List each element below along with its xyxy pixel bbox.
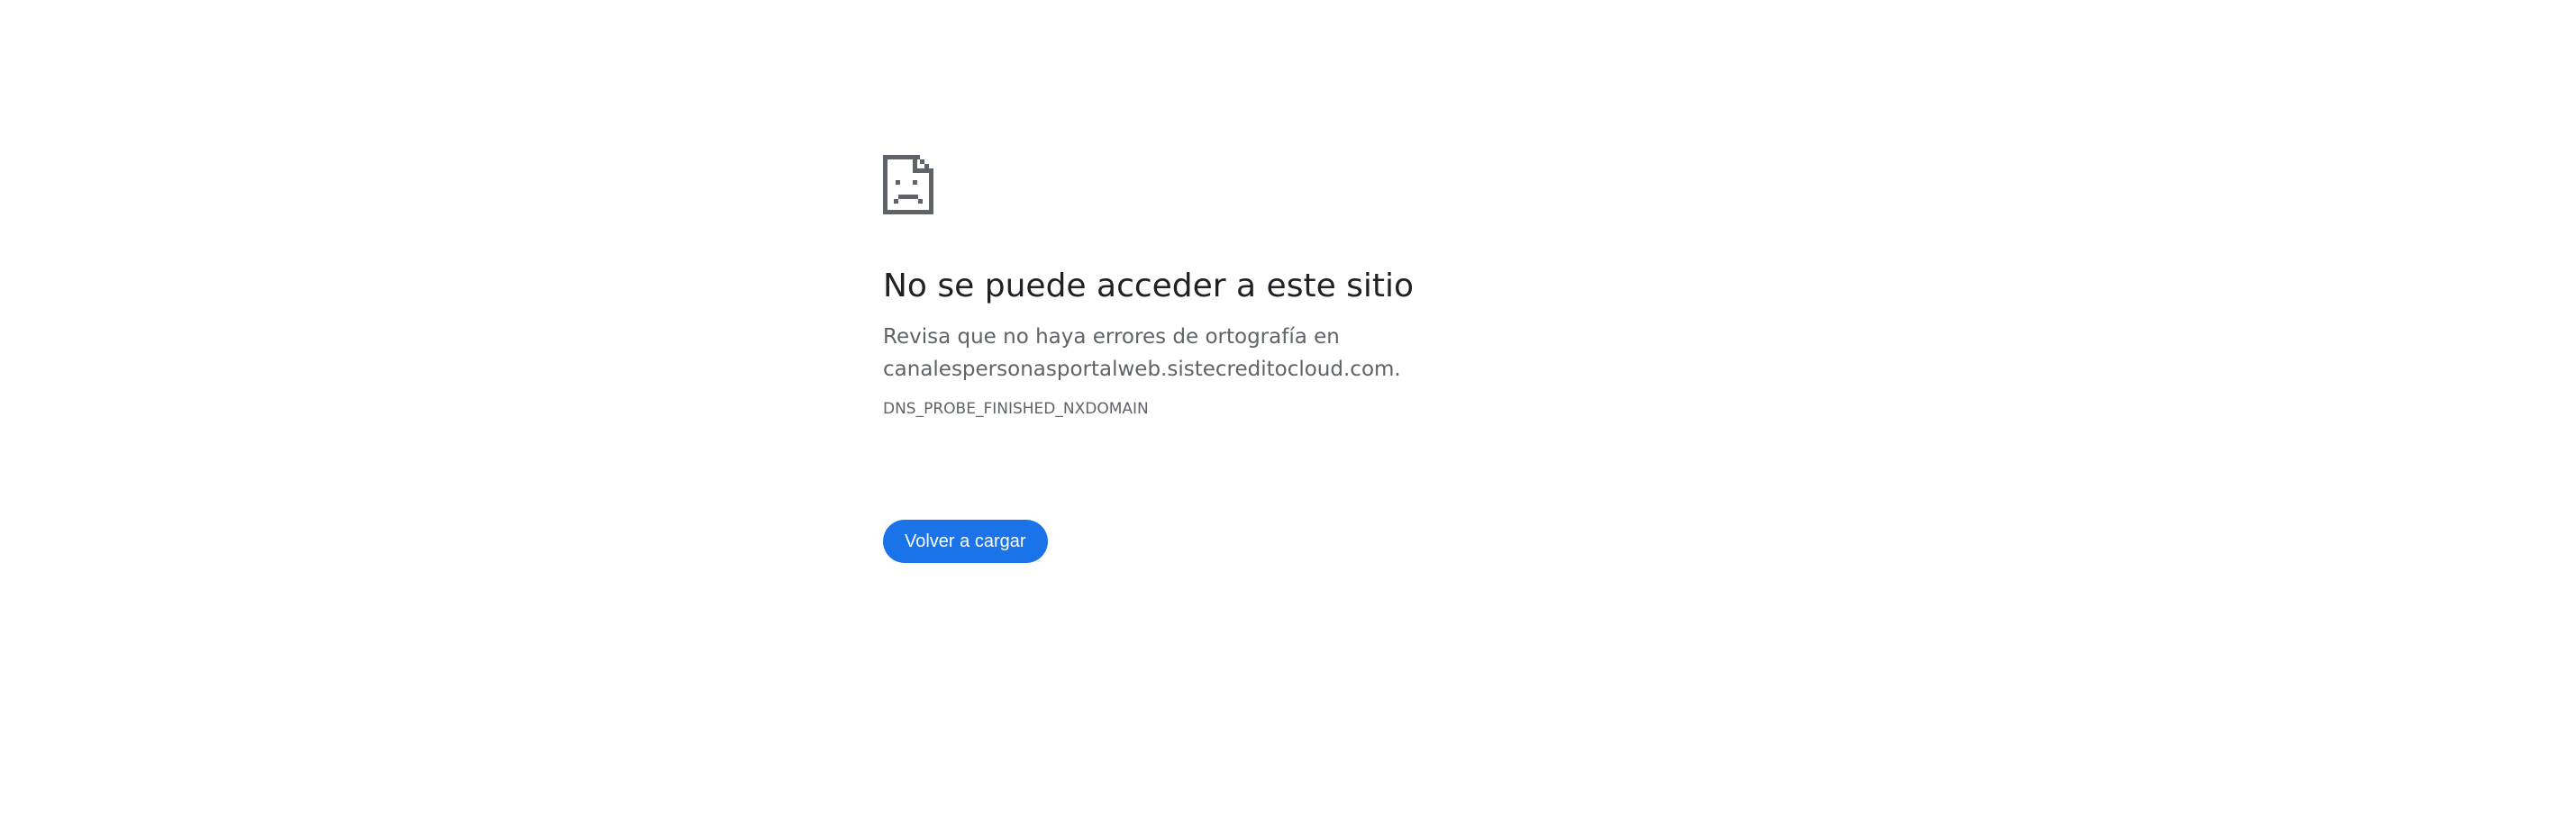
error-description-line: Revisa que no haya errores de ortografía… <box>883 325 1340 349</box>
error-page: No se puede acceder a este sitio Revisa … <box>883 155 1604 563</box>
error-description: Revisa que no haya errores de ortografía… <box>883 321 1604 386</box>
error-code: DNS_PROBE_FINISHED_NXDOMAIN <box>883 400 1149 418</box>
reload-button[interactable]: Volver a cargar <box>883 520 1048 563</box>
error-domain: canalespersonasportalweb.sistecreditoclo… <box>883 358 1401 381</box>
sad-page-icon <box>883 155 933 214</box>
error-title: No se puede acceder a este sitio <box>883 268 1415 304</box>
